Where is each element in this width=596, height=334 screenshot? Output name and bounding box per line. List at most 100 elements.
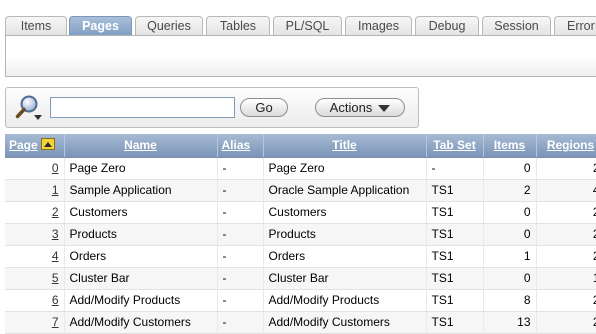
tab-error[interactable]: Error (554, 16, 596, 36)
table-row[interactable]: 7 Add/Modify Customers - Add/Modify Custome… (5, 311, 596, 334)
page-number-link-container: 5 (5, 267, 65, 290)
tab-set-cell: TS1 (426, 201, 484, 224)
page-name-cell: Cluster Bar (64, 267, 218, 290)
tab-set-cell: TS1 (426, 179, 484, 202)
page-number-link[interactable]: 3 (52, 227, 59, 241)
title-cell: Products (263, 223, 427, 246)
title-cell: Oracle Sample Application (263, 179, 427, 202)
tab-plsql[interactable]: PL/SQL (273, 16, 342, 36)
tab-debug[interactable]: Debug (415, 16, 479, 36)
column-header-tab-set[interactable]: Tab Set (426, 134, 484, 158)
go-button[interactable]: Go (240, 98, 288, 117)
alias-cell: - (217, 311, 264, 334)
page-name-cell: Sample Application (64, 179, 218, 202)
page-number-link-container: 3 (5, 223, 65, 246)
page-name-cell: Orders (64, 245, 218, 268)
regions-count-cell: 4 (536, 179, 596, 202)
table-header-row: Page Name Alias Title Tab Set Items Regi… (5, 134, 596, 158)
regions-count-cell: 2 (536, 223, 596, 246)
items-count-cell: 0 (483, 267, 537, 290)
tab-set-cell: TS1 (426, 223, 484, 246)
actions-label: Actions (329, 100, 373, 115)
table-row[interactable]: 3Products-ProductsTS102 (5, 223, 596, 246)
magnifier-with-dropdown-icon[interactable] (15, 94, 45, 122)
items-count-cell: 0 (483, 157, 537, 180)
regions-count-cell: 2 (536, 201, 596, 224)
regions-count-cell: 2 (536, 245, 596, 268)
table-row[interactable]: 0Page Zero-Page Zero-02 (5, 157, 596, 180)
items-count-cell: 0 (483, 223, 537, 246)
title-cell: Add/Modify Products (263, 289, 427, 312)
page-name-cell: Add/Modify Products (64, 289, 218, 312)
title-cell: Add/Modify Customers (263, 311, 427, 334)
items-count-cell: 13 (483, 311, 537, 334)
page-number-link-container: 0 (5, 157, 65, 180)
alias-cell: - (217, 267, 264, 290)
tab-content-panel (5, 35, 596, 77)
regions-count-cell: 2 (536, 289, 596, 312)
search-bar: Go Actions (5, 87, 419, 128)
page-name-cell: Products (64, 223, 218, 246)
alias-cell: - (217, 201, 264, 224)
items-count-cell: 2 (483, 179, 537, 202)
tab-bar: Items Pages Queries Tables PL/SQL Images… (0, 0, 596, 36)
items-count-cell: 1 (483, 245, 537, 268)
column-header-title[interactable]: Title (263, 134, 427, 158)
tab-set-cell: TS1 (426, 289, 484, 312)
title-cell: Orders (263, 245, 427, 268)
tab-session[interactable]: Session (482, 16, 551, 36)
page-number-link[interactable]: 4 (52, 249, 59, 263)
table-row[interactable]: 5Cluster Bar-Cluster BarTS101 (5, 267, 596, 290)
tab-set-cell: - (426, 157, 484, 180)
tab-tables[interactable]: Tables (206, 16, 270, 36)
tab-pages[interactable]: Pages (69, 16, 132, 36)
alias-cell: - (217, 289, 264, 312)
alias-cell: - (217, 179, 264, 202)
title-cell: Customers (263, 201, 427, 224)
tab-set-cell: TS1 (426, 311, 484, 334)
regions-count-cell: 1 (536, 267, 596, 290)
sort-ascending-icon[interactable] (40, 138, 55, 151)
column-header-page[interactable]: Page (5, 134, 65, 158)
column-header-regions[interactable]: Regions (536, 134, 596, 158)
title-cell: Cluster Bar (263, 267, 427, 290)
column-header-name[interactable]: Name (64, 134, 218, 158)
title-cell: Page Zero (263, 157, 427, 180)
search-input[interactable] (50, 97, 235, 118)
page-number-link[interactable]: 6 (52, 293, 59, 307)
tab-queries[interactable]: Queries (135, 16, 203, 36)
page-number-link-container: 1 (5, 179, 65, 202)
tab-items[interactable]: Items (5, 16, 67, 36)
actions-menu-button[interactable]: Actions (315, 98, 405, 117)
page-name-cell: Add/Modify Customers (64, 311, 218, 334)
tab-set-cell: TS1 (426, 245, 484, 268)
table-row[interactable]: 6 Add/Modify Products - Add/Modify Products… (5, 289, 596, 312)
page-name-cell: Page Zero (64, 157, 218, 180)
tab-set-cell: TS1 (426, 267, 484, 290)
column-header-items[interactable]: Items (483, 134, 537, 158)
page-number-link-container: 6 (5, 289, 65, 312)
table-row[interactable]: 1 Sample Application - Oracle Sample Applic… (5, 179, 596, 202)
items-count-cell: 8 (483, 289, 537, 312)
page-number-link[interactable]: 1 (52, 183, 59, 197)
page-number-link[interactable]: 7 (52, 315, 59, 329)
alias-cell: - (217, 245, 264, 268)
items-count-cell: 0 (483, 201, 537, 224)
regions-count-cell: 2 (536, 311, 596, 334)
page-name-cell: Customers (64, 201, 218, 224)
page-number-link[interactable]: 0 (52, 161, 59, 175)
tab-images[interactable]: Images (345, 16, 412, 36)
regions-count-cell: 2 (536, 157, 596, 180)
tab-panel-footer (6, 56, 596, 76)
page-number-link[interactable]: 5 (52, 271, 59, 285)
table-row[interactable]: 4Orders-OrdersTS112 (5, 245, 596, 268)
table-row[interactable]: 2Customers-CustomersTS102 (5, 201, 596, 224)
alias-cell: - (217, 157, 264, 180)
page-number-link-container: 4 (5, 245, 65, 268)
page-number-link[interactable]: 2 (52, 205, 59, 219)
column-header-alias[interactable]: Alias (217, 134, 264, 158)
pages-report-table: Page Name Alias Title Tab Set Items Regi… (5, 134, 596, 334)
report-body: 0Page Zero-Page Zero-021Sample Applicati… (5, 157, 596, 334)
alias-cell: - (217, 223, 264, 246)
page-number-link-container: 2 (5, 201, 65, 224)
